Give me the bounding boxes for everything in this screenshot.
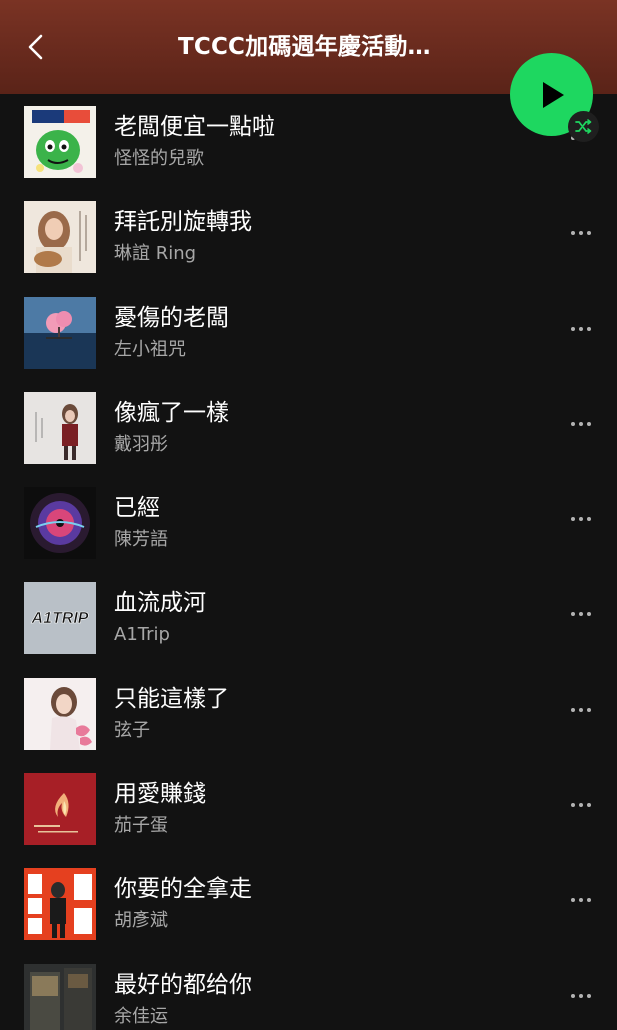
track-title: 只能這樣了 bbox=[114, 685, 229, 712]
track-artist: 茄子蛋 bbox=[114, 815, 168, 837]
more-options-button[interactable] bbox=[562, 508, 600, 530]
more-dot-icon bbox=[587, 231, 591, 236]
more-dot-icon bbox=[571, 707, 575, 712]
track-row[interactable]: 用愛賺錢 茄子蛋 bbox=[0, 761, 617, 856]
album-art bbox=[24, 677, 96, 750]
more-options-button[interactable] bbox=[562, 889, 600, 911]
more-dot-icon bbox=[579, 898, 583, 903]
shuffle-icon bbox=[575, 119, 592, 134]
more-options-button[interactable] bbox=[562, 985, 600, 1007]
more-dot-icon bbox=[571, 803, 575, 808]
more-dot-icon bbox=[587, 326, 591, 331]
track-row[interactable]: 只能這樣了 弦子 bbox=[0, 666, 617, 761]
track-title: 用愛賺錢 bbox=[114, 781, 206, 808]
track-title: 像瘋了一樣 bbox=[114, 399, 229, 426]
album-art-text: A1TRIP bbox=[31, 610, 89, 627]
more-dot-icon bbox=[587, 612, 591, 617]
shuffle-button[interactable] bbox=[568, 111, 599, 142]
more-dot-icon bbox=[579, 803, 583, 808]
more-dot-icon bbox=[587, 803, 591, 808]
more-options-button[interactable] bbox=[562, 413, 600, 435]
more-dot-icon bbox=[587, 993, 591, 998]
more-options-button[interactable] bbox=[562, 699, 600, 721]
more-options-button[interactable] bbox=[562, 318, 600, 340]
more-options-button[interactable] bbox=[562, 222, 600, 244]
track-artist: A1Trip bbox=[114, 624, 170, 646]
track-row[interactable]: 像瘋了一樣 戴羽彤 bbox=[0, 380, 617, 475]
track-artist: 胡彥斌 bbox=[114, 910, 168, 932]
more-dot-icon bbox=[579, 517, 583, 522]
track-artist: 琳誼 Ring bbox=[114, 243, 197, 265]
album-art bbox=[24, 963, 96, 1030]
track-artist: 左小祖咒 bbox=[114, 338, 186, 360]
more-dot-icon bbox=[571, 326, 575, 331]
album-art bbox=[24, 773, 96, 846]
more-dot-icon bbox=[579, 326, 583, 331]
more-dot-icon bbox=[571, 612, 575, 617]
track-title: 憂傷的老闆 bbox=[114, 304, 229, 331]
more-dot-icon bbox=[579, 993, 583, 998]
more-dot-icon bbox=[579, 612, 583, 617]
track-row[interactable]: 最好的都给你 余佳运 bbox=[0, 952, 617, 1030]
album-art bbox=[24, 487, 96, 560]
track-artist: 戴羽彤 bbox=[114, 433, 168, 455]
track-title: 已經 bbox=[114, 495, 160, 522]
track-title: 你要的全拿走 bbox=[114, 876, 252, 903]
album-art bbox=[24, 391, 96, 464]
more-dot-icon bbox=[571, 421, 575, 426]
more-dot-icon bbox=[571, 898, 575, 903]
album-art bbox=[24, 106, 96, 178]
track-title: 老闆便宜一點啦 bbox=[114, 114, 275, 140]
play-icon bbox=[542, 81, 564, 108]
more-dot-icon bbox=[587, 898, 591, 903]
more-dot-icon bbox=[587, 707, 591, 712]
album-art: A1TRIP bbox=[24, 582, 96, 655]
more-dot-icon bbox=[587, 517, 591, 522]
more-options-button[interactable] bbox=[562, 794, 600, 816]
album-art bbox=[24, 296, 96, 369]
track-row[interactable]: 憂傷的老闆 左小祖咒 bbox=[0, 285, 617, 380]
track-row[interactable]: 已經 陳芳語 bbox=[0, 475, 617, 570]
more-dot-icon bbox=[579, 707, 583, 712]
more-dot-icon bbox=[587, 421, 591, 426]
album-art bbox=[24, 868, 96, 941]
track-artist: 陳芳語 bbox=[114, 529, 168, 551]
track-artist: 弦子 bbox=[114, 719, 150, 741]
more-dot-icon bbox=[579, 421, 583, 426]
track-row[interactable]: A1TRIP 血流成河 A1Trip bbox=[0, 570, 617, 665]
more-options-button[interactable] bbox=[562, 603, 600, 625]
track-title: 血流成河 bbox=[114, 590, 206, 617]
track-row[interactable]: 拜託別旋轉我 琳誼 Ring bbox=[0, 189, 617, 284]
track-title: 拜託別旋轉我 bbox=[114, 209, 252, 236]
track-row[interactable]: 你要的全拿走 胡彥斌 bbox=[0, 856, 617, 951]
track-artist: 余佳运 bbox=[114, 1005, 168, 1027]
more-dot-icon bbox=[571, 517, 575, 522]
track-title: 最好的都给你 bbox=[114, 971, 252, 998]
more-dot-icon bbox=[571, 231, 575, 236]
playlist-title: TCCC加碼週年慶活動… bbox=[178, 34, 431, 60]
more-dot-icon bbox=[571, 993, 575, 998]
track-artist: 怪怪的兒歌 bbox=[114, 148, 204, 169]
chevron-left-icon bbox=[28, 34, 43, 60]
back-button[interactable] bbox=[20, 30, 50, 64]
track-list: 老闆便宜一點啦 怪怪的兒歌 拜託別旋轉我 琳誼 Ring 憂傷的老闆 左小祖咒 … bbox=[0, 94, 617, 1030]
more-dot-icon bbox=[579, 231, 583, 236]
album-art bbox=[24, 201, 96, 274]
